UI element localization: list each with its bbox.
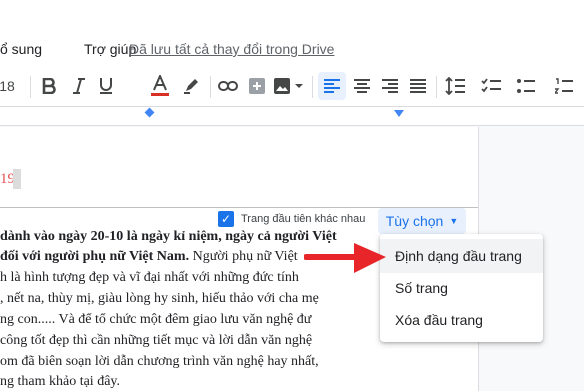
text-color-icon[interactable] bbox=[148, 72, 172, 100]
ruler[interactable] bbox=[0, 107, 584, 126]
align-right-icon[interactable] bbox=[378, 72, 402, 100]
body-line: ng tham khảo tại đây. bbox=[0, 374, 121, 389]
text-cursor bbox=[13, 169, 21, 189]
body-line-text: Người phụ nữ Việt bbox=[192, 249, 298, 264]
menu-item-header-format[interactable]: Định dạng đầu trang bbox=[380, 239, 543, 273]
body-line: om đã biên soạn lời dẫn chương trình văn… bbox=[0, 354, 319, 369]
toolbar-divider bbox=[210, 76, 211, 98]
toolbar-divider bbox=[436, 76, 437, 98]
align-center-icon[interactable] bbox=[350, 72, 374, 100]
header-options-label: Tùy chọn bbox=[385, 213, 444, 229]
line-spacing-icon[interactable] bbox=[442, 72, 468, 100]
font-size-field[interactable]: 18 bbox=[0, 72, 15, 100]
italic-icon[interactable] bbox=[68, 72, 90, 100]
bulleted-list-icon[interactable] bbox=[514, 72, 538, 100]
different-first-page-label: Trang đầu tiên khác nhau bbox=[241, 213, 366, 225]
image-icon[interactable] bbox=[272, 72, 306, 100]
numbered-list-icon[interactable] bbox=[552, 72, 576, 100]
header-options-menu: Định dạng đầu trang Số trang Xóa đầu tra… bbox=[380, 234, 543, 342]
header-options-button[interactable]: Tùy chọn ▼ bbox=[378, 208, 466, 234]
different-first-page-checkbox[interactable]: ✓ bbox=[218, 211, 234, 227]
underline-icon[interactable] bbox=[95, 72, 117, 100]
menu-item-page-numbers[interactable]: Số trang bbox=[380, 271, 543, 305]
menu-item-remove-header[interactable]: Xóa đầu trang bbox=[380, 303, 543, 337]
menu-insert[interactable]: ổ sung bbox=[0, 41, 42, 57]
caret-down-icon: ▼ bbox=[449, 216, 459, 226]
toolbar-divider bbox=[30, 76, 31, 98]
bold-icon[interactable] bbox=[38, 72, 60, 100]
highlight-icon[interactable] bbox=[180, 72, 202, 100]
align-left-icon[interactable] bbox=[318, 72, 346, 100]
comment-icon[interactable] bbox=[246, 72, 268, 100]
save-status-link[interactable]: Đã lưu tất cả thay đổi trong Drive bbox=[129, 41, 334, 57]
toolbar-divider bbox=[312, 76, 313, 98]
link-icon[interactable] bbox=[216, 72, 240, 100]
body-line-bold: đối với người phụ nữ Việt Nam. bbox=[0, 249, 190, 264]
checklist-icon[interactable] bbox=[478, 72, 504, 100]
justify-icon[interactable] bbox=[406, 72, 430, 100]
annotation-arrow-icon bbox=[304, 243, 386, 273]
ruler-right-margin-marker[interactable] bbox=[394, 110, 404, 117]
